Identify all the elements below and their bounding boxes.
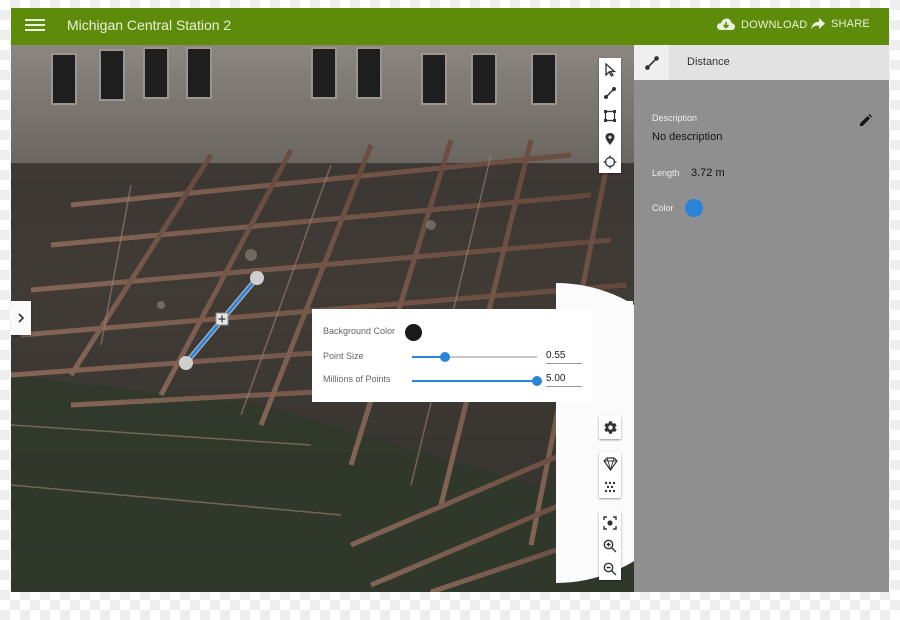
fit-view-button[interactable] <box>599 511 621 534</box>
measurement-details-panel: Distance Description No description Leng… <box>634 45 889 592</box>
settings-icon <box>603 421 617 434</box>
share-button[interactable]: SHARE <box>811 18 870 30</box>
background-color-swatch[interactable] <box>405 324 422 341</box>
edit-description-button[interactable] <box>859 113 873 132</box>
millions-points-slider-thumb[interactable] <box>532 376 542 386</box>
point-style-button[interactable] <box>599 452 621 475</box>
download-button[interactable]: DOWNLOAD <box>717 18 807 31</box>
panel-tool-title: Distance <box>687 56 730 68</box>
color-label: Color <box>652 203 674 213</box>
zoom-out-button[interactable] <box>599 557 621 580</box>
measure-color-swatch[interactable] <box>685 199 703 217</box>
area-tool[interactable] <box>599 104 621 127</box>
share-label: SHARE <box>831 18 870 30</box>
select-tool[interactable] <box>599 58 621 81</box>
measure-distance-icon <box>604 86 616 99</box>
share-arrow-icon <box>811 18 825 30</box>
millions-points-input[interactable] <box>546 373 582 387</box>
marker-tool[interactable] <box>599 127 621 150</box>
menu-icon[interactable] <box>25 16 45 36</box>
fit-view-icon <box>603 515 617 530</box>
millions-points-label: Millions of Points <box>323 374 391 384</box>
point-size-row: Point Size <box>323 351 364 361</box>
pencil-icon <box>860 114 872 126</box>
description-label: Description <box>652 113 698 123</box>
panel-tool-icon-box <box>634 45 669 80</box>
measure-area-icon <box>604 109 616 122</box>
measure-distance-icon <box>644 55 659 70</box>
length-label: Length <box>652 168 680 178</box>
chevron-right-icon <box>18 313 25 323</box>
millions-points-slider[interactable] <box>412 376 542 386</box>
background-color-row: Background Color <box>323 326 395 336</box>
left-panel-toggle[interactable] <box>11 301 31 335</box>
point-size-slider[interactable] <box>412 352 537 362</box>
place-marker-icon <box>605 132 615 145</box>
point-size-label: Point Size <box>323 351 364 361</box>
zoom-in-icon <box>603 539 617 552</box>
length-value: 3.72 m <box>691 167 725 179</box>
viewer-settings-popup: Background Color Point Size Millions of … <box>312 309 592 402</box>
measure-handle-start[interactable] <box>250 271 264 285</box>
measure-handle-end[interactable] <box>179 356 193 370</box>
app-window: Michigan Central Station 2 DOWNLOAD SHAR… <box>11 8 889 592</box>
zoom-in-button[interactable] <box>599 534 621 557</box>
select-icon <box>605 62 617 77</box>
navigation-toolbar <box>599 511 621 580</box>
settings-toolbar <box>599 416 621 439</box>
cloud-download-icon <box>717 18 735 30</box>
distance-tool[interactable] <box>599 81 621 104</box>
panel-header: Distance <box>634 45 889 80</box>
download-label: DOWNLOAD <box>741 18 808 31</box>
density-button[interactable] <box>599 475 621 498</box>
density-icon <box>604 481 616 492</box>
millions-points-row: Millions of Points <box>323 374 391 384</box>
background-color-label: Background Color <box>323 326 396 336</box>
point-size-input[interactable] <box>546 350 582 364</box>
render-toolbar <box>599 452 621 498</box>
point-style-icon <box>602 456 618 471</box>
description-value: No description <box>652 131 723 143</box>
point-size-slider-thumb[interactable] <box>439 352 450 362</box>
point-tool[interactable] <box>599 150 621 173</box>
zoom-out-icon <box>603 562 617 575</box>
page-title: Michigan Central Station 2 <box>67 17 232 33</box>
measurement-toolbar <box>599 58 621 173</box>
settings-button[interactable] <box>599 416 621 439</box>
crosshair-icon <box>603 155 617 168</box>
top-bar: Michigan Central Station 2 DOWNLOAD SHAR… <box>11 8 889 45</box>
